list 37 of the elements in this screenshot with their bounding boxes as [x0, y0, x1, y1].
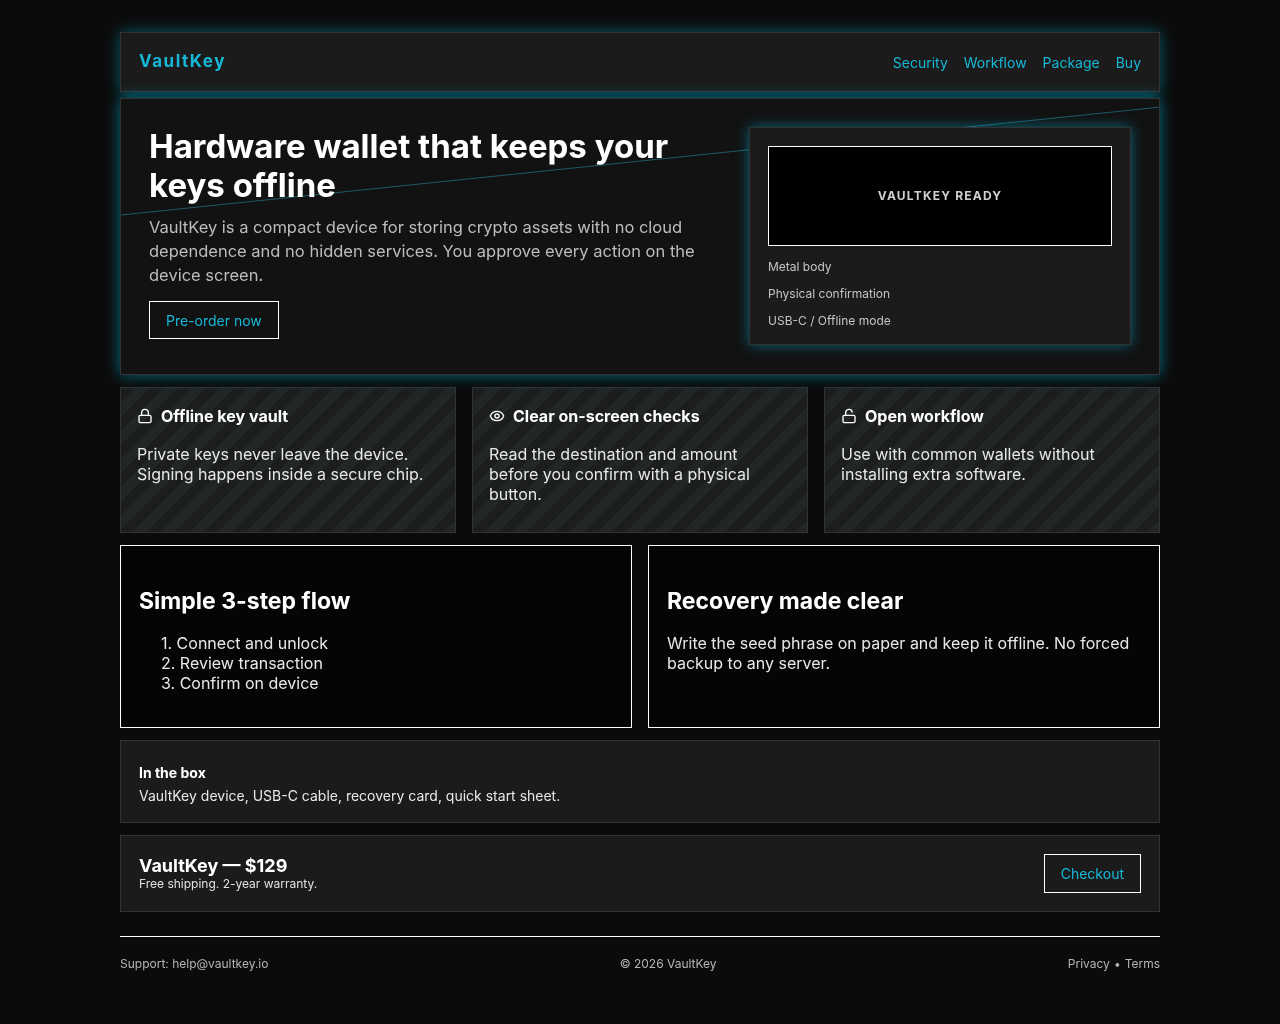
spec-item: Metal body — [768, 258, 833, 276]
recovery-title: Recovery made clear — [667, 586, 905, 617]
feature-title: Clear on-screen checks — [513, 405, 700, 428]
support-email: Support: help@vaultkey.io — [120, 955, 269, 973]
nav-link[interactable]: Workflow — [963, 51, 1027, 73]
feature-title: Offline key vault — [161, 405, 289, 428]
copyright: © 2026 VaultKey — [619, 955, 717, 973]
brand-logo[interactable]: VaultKey — [139, 49, 226, 75]
box-title: In the box — [139, 763, 207, 783]
flow-title: Simple 3-step flow — [139, 586, 352, 617]
feature-title: Open workflow — [865, 405, 984, 428]
lock-icon — [137, 408, 153, 424]
step-item: 1. Connect and unlock — [161, 632, 329, 653]
nav-link[interactable]: Buy — [1115, 51, 1141, 73]
unlocked-lock-icon — [841, 408, 857, 424]
recovery-description: Write the seed phrase on paper and keep it offline. No forced backup to any server. — [667, 632, 1131, 673]
nav-link[interactable]: Security — [892, 51, 948, 73]
feature-description: Read the destination and amount before you confirm with a physical button. — [489, 444, 751, 504]
footer-link[interactable]: Terms — [1124, 955, 1160, 973]
separator: • — [1113, 955, 1121, 973]
pre-order-button[interactable]: Pre-order now — [149, 301, 279, 339]
price-subtitle: Free shipping. 2-year warranty. — [139, 875, 318, 892]
feature-description: Use with common wallets without installing extra software. — [841, 444, 1096, 484]
step-item: 3. Confirm on device — [161, 672, 319, 693]
price-title: VaultKey — $129 — [139, 855, 289, 876]
footer-link[interactable]: Privacy — [1067, 955, 1110, 973]
checkout-button[interactable]: Checkout — [1043, 854, 1141, 893]
nav-link[interactable]: Package — [1042, 51, 1100, 73]
feature-description: Private keys never leave the device. Signing happens inside a secure chip. — [137, 444, 425, 484]
hero-title: Hardware wallet that keeps your keys offline — [149, 127, 670, 205]
spec-item: USB-C / Offline mode — [768, 312, 892, 330]
step-item: 2. Review transaction — [161, 652, 323, 673]
hero-description: VaultKey is a compact device for storing crypto assets with no cloud dependence and no hidden services. You approve every action on the device screen. — [149, 216, 696, 287]
screen-text: VAULTKEY READY — [877, 187, 1003, 205]
eye-icon — [489, 408, 505, 424]
spec-item: Physical confirmation — [768, 285, 892, 303]
box-description: VaultKey device, USB-C cable, recovery card, quick start sheet. — [139, 786, 562, 806]
